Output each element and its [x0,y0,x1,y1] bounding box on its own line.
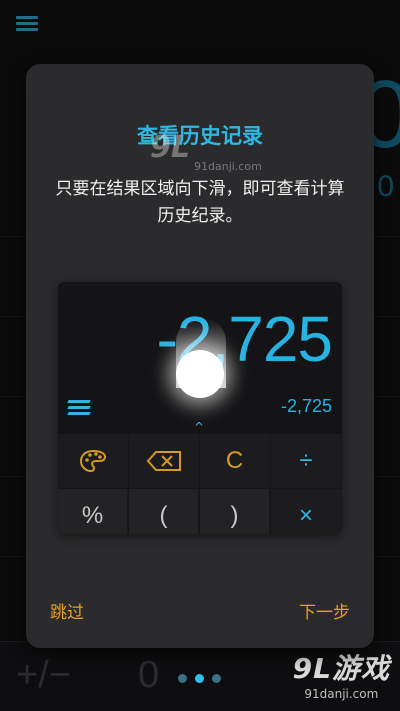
preview-display: -2,725 -2,725 ^ [58,282,342,434]
dialog-description: 只要在结果区域向下滑，即可查看计算历史纪录。 [55,179,345,226]
chevron-up-icon: ^ [194,420,205,434]
preview-sub-value: -2,725 [280,396,332,416]
backspace-icon [146,450,181,471]
watermark-url: 91danji.com [304,687,379,701]
page-dot [178,674,187,683]
screen: 0 0 +/− 0 9L游戏 91danji.com 查看历史记录 9L 91d… [0,0,400,711]
clear-key: C [200,434,270,488]
next-button[interactable]: 下一步 [299,598,350,623]
multiply-key-label: × [298,501,313,529]
page-indicator [178,674,221,683]
menu-icon[interactable] [16,16,38,32]
clear-key-label: C [225,446,244,474]
touch-indicator [176,350,224,398]
dialog-watermark-logo: 9L [150,130,190,165]
dialog-watermark-url: 91danji.com [194,160,262,173]
page-dot-active [195,674,204,683]
watermark-logo: 9L游戏 [292,652,390,685]
preview-keypad: C ÷ % ( ) × [58,434,342,534]
close-paren-key-label: ) [230,501,239,529]
open-paren-key-label: ( [159,501,168,529]
percent-key: % [58,489,128,534]
divide-key-label: ÷ [299,446,313,474]
skip-button[interactable]: 跳过 [50,598,84,623]
multiply-key: × [271,489,342,534]
palette-key [58,434,128,488]
close-paren-key: ) [200,489,270,534]
backspace-key [129,434,199,488]
open-paren-key: ( [129,489,199,534]
zero-key[interactable]: 0 [138,654,159,697]
background-display-subvalue: 0 [377,170,394,203]
palette-icon [79,449,106,472]
history-icon [67,400,91,416]
plus-minus-key[interactable]: +/− [16,654,71,697]
dialog-watermark: 9L 91danji.com [150,130,262,174]
watermark: 9L游戏 91danji.com [293,647,390,701]
page-dot [212,674,221,683]
divide-key: ÷ [271,434,342,488]
tutorial-preview: -2,725 -2,725 ^ C ÷ % () × [58,282,342,534]
tutorial-dialog: 查看历史记录 9L 91danji.com 只要在结果区域向下滑，即可查看计算历… [26,64,374,648]
percent-key-label: % [81,501,104,529]
